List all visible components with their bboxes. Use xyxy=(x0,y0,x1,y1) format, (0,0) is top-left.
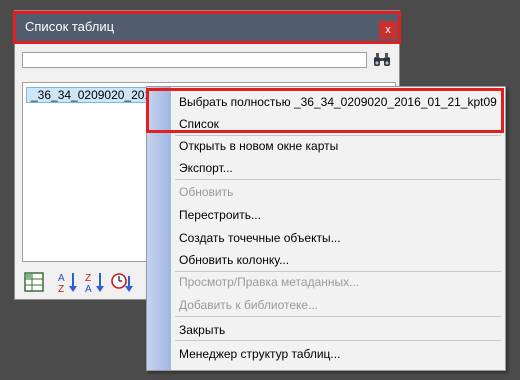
menu-separator xyxy=(175,340,501,341)
menu-item-refresh: Обновить xyxy=(179,185,234,199)
menu-separator xyxy=(175,135,501,136)
clock-sort-icon xyxy=(111,273,133,292)
menu-item-add-to-library: Добавить к библиотеке... xyxy=(179,298,319,312)
sort-by-time-button[interactable] xyxy=(110,270,134,294)
menu-separator xyxy=(175,179,501,180)
menu-item-update-column[interactable]: Обновить колонку... xyxy=(179,253,289,267)
menu-item-table-structure-manager[interactable]: Менеджер структур таблиц... xyxy=(179,347,340,361)
menu-item-export[interactable]: Экспорт... xyxy=(179,161,233,175)
menu-item-rebuild[interactable]: Перестроить... xyxy=(179,208,261,222)
menu-item-close[interactable]: Закрыть xyxy=(179,323,225,337)
menu-item-open-new-map[interactable]: Открыть в новом окне карты xyxy=(179,139,338,153)
sort-az-icon: A Z xyxy=(58,273,77,295)
sort-descending-button[interactable]: Z A xyxy=(83,270,107,295)
find-button[interactable] xyxy=(372,50,392,70)
svg-text:Z: Z xyxy=(58,284,64,294)
search-input[interactable] xyxy=(22,52,367,68)
menu-separator xyxy=(175,271,501,272)
titlebar-highlight-frame xyxy=(13,11,401,44)
menu-item-metadata: Просмотр/Правка метаданных... xyxy=(179,275,360,289)
menu-item-create-points[interactable]: Создать точечные объекты... xyxy=(179,231,341,245)
binoculars-icon xyxy=(374,53,390,66)
sort-ascending-button[interactable]: A Z xyxy=(56,270,80,295)
table-grid-icon xyxy=(24,272,44,292)
sort-za-icon: Z A xyxy=(85,273,104,295)
menu-highlight-frame xyxy=(146,88,504,133)
svg-text:Z: Z xyxy=(85,273,91,284)
menu-separator xyxy=(175,316,501,317)
svg-text:A: A xyxy=(58,273,65,284)
table-properties-button[interactable] xyxy=(22,270,46,294)
svg-text:A: A xyxy=(85,284,92,294)
